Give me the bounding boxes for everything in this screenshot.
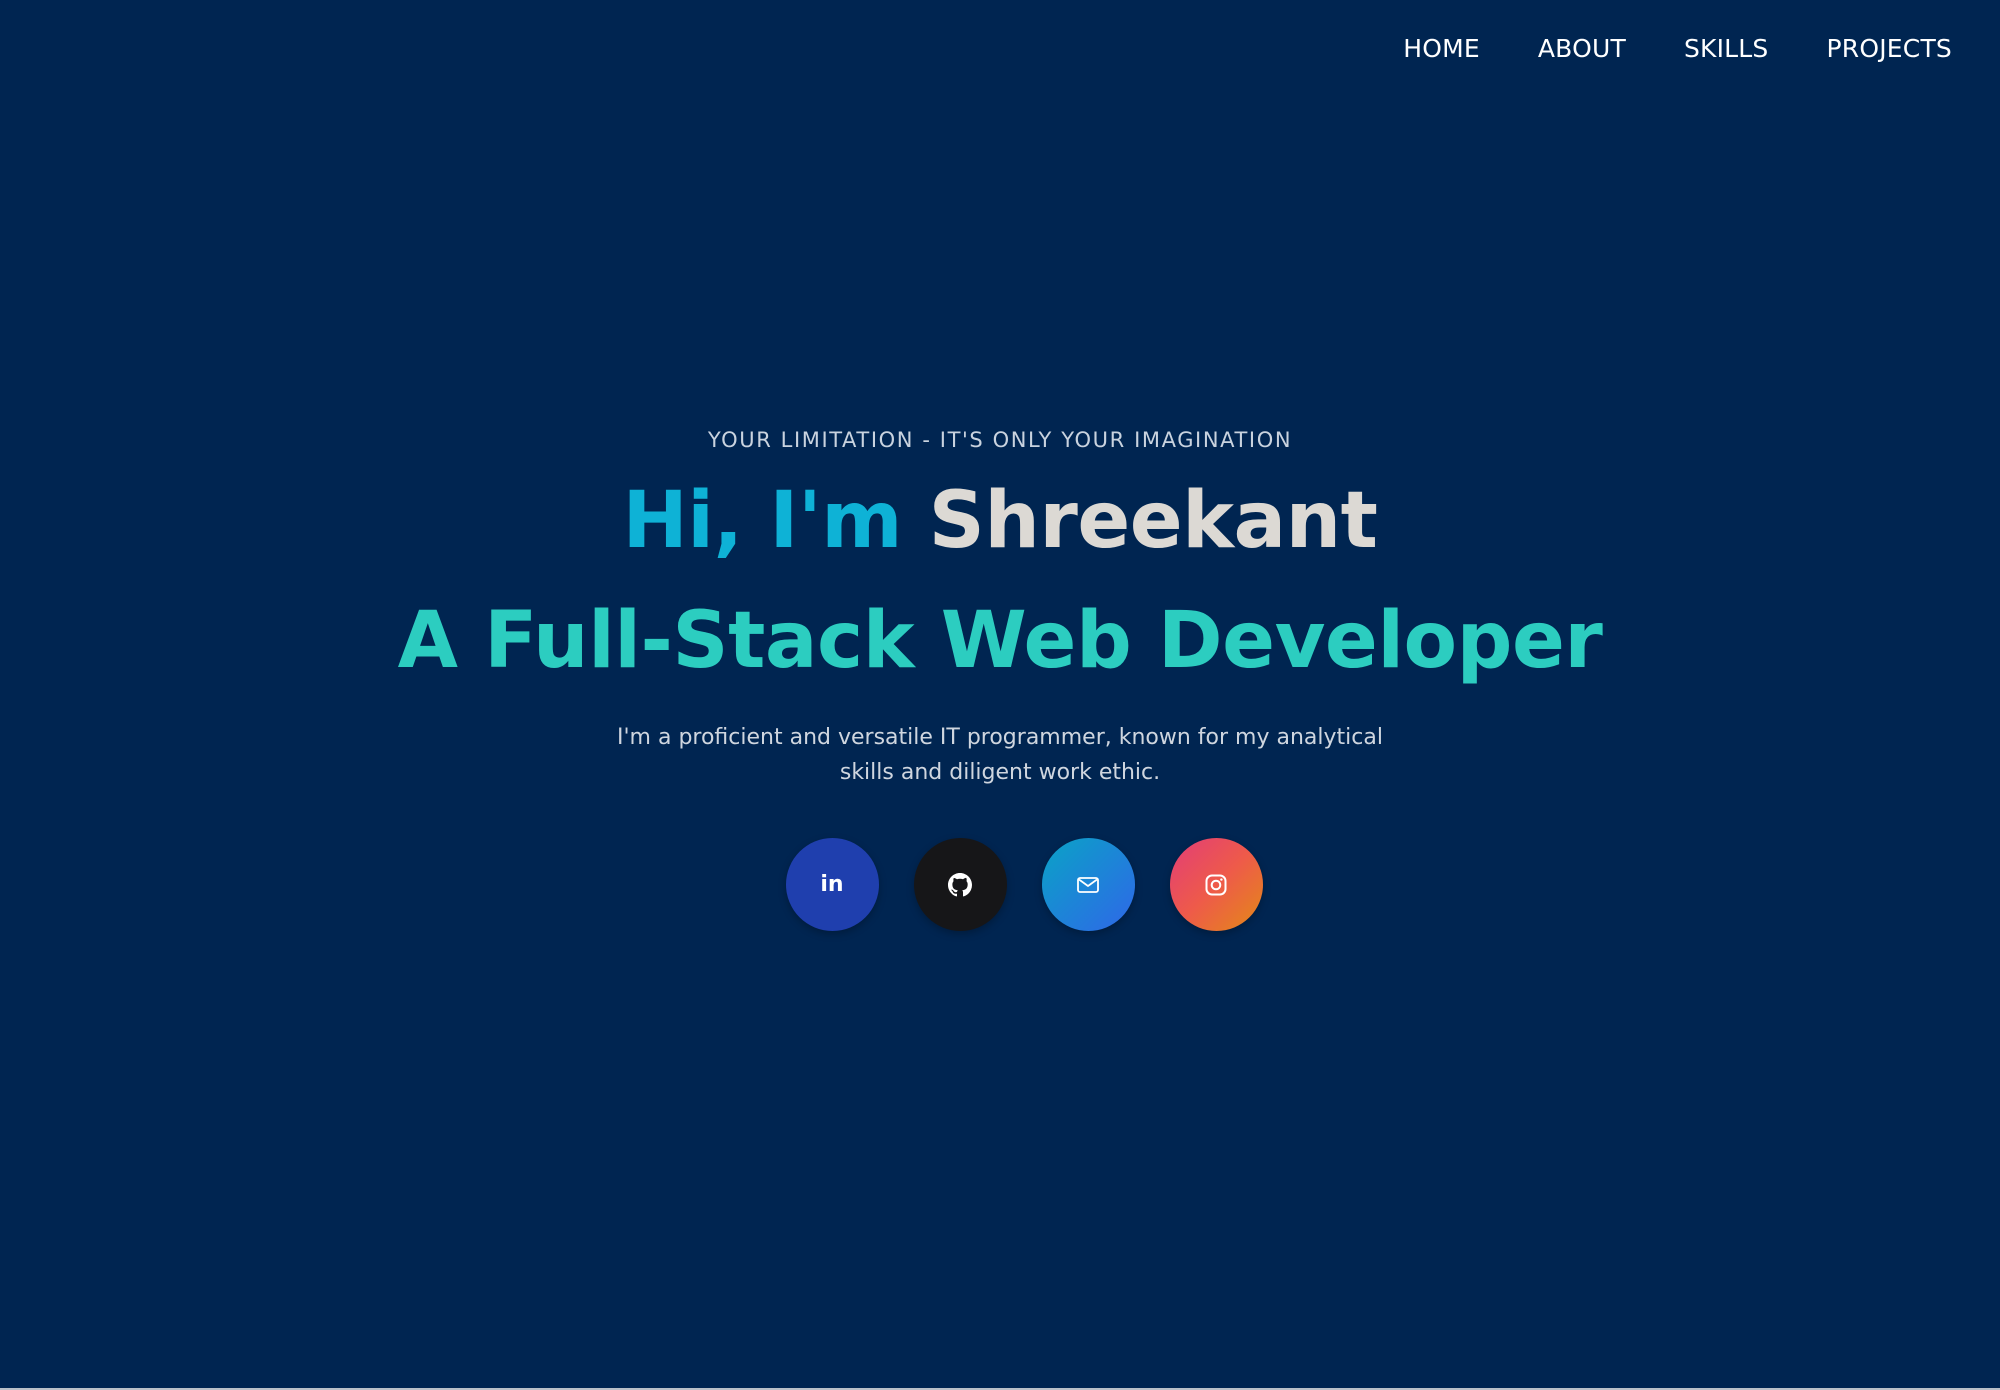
- mail-icon: [1076, 875, 1100, 895]
- instagram-button[interactable]: [1169, 838, 1263, 931]
- greeting-text: Hi, I'm: [622, 476, 903, 566]
- hero-tagline: YOUR LIMITATION - IT'S ONLY YOUR IMAGINA…: [707, 428, 1293, 452]
- hero-greeting-heading: Hi, I'm Shreekant: [0, 482, 2000, 560]
- nav-projects-link[interactable]: PROJECTS: [1827, 34, 1953, 63]
- linkedin-button[interactable]: in: [785, 838, 879, 931]
- linkedin-icon: in: [820, 872, 844, 897]
- page-background: HOME ABOUT SKILLS PROJECTS YOUR LIMITATI…: [0, 0, 2000, 1388]
- nav-skills-link[interactable]: SKILLS: [1684, 34, 1769, 63]
- github-icon: [948, 872, 972, 897]
- role-heading: A Full-Stack Web Developer: [397, 596, 1603, 686]
- email-button[interactable]: [1041, 838, 1135, 931]
- github-button[interactable]: [913, 838, 1007, 931]
- instagram-icon: [1204, 873, 1228, 897]
- bio-text: I'm a proficient and versatile IT progra…: [617, 725, 1383, 785]
- top-navigation: HOME ABOUT SKILLS PROJECTS: [1403, 34, 1952, 63]
- social-links: in: [48, 838, 2000, 931]
- hero-section: YOUR LIMITATION - IT'S ONLY YOUR IMAGINA…: [0, 428, 2000, 931]
- nav-about-link[interactable]: ABOUT: [1538, 34, 1626, 63]
- name-text: Shreekant: [928, 476, 1378, 566]
- nav-home-link[interactable]: HOME: [1403, 34, 1480, 63]
